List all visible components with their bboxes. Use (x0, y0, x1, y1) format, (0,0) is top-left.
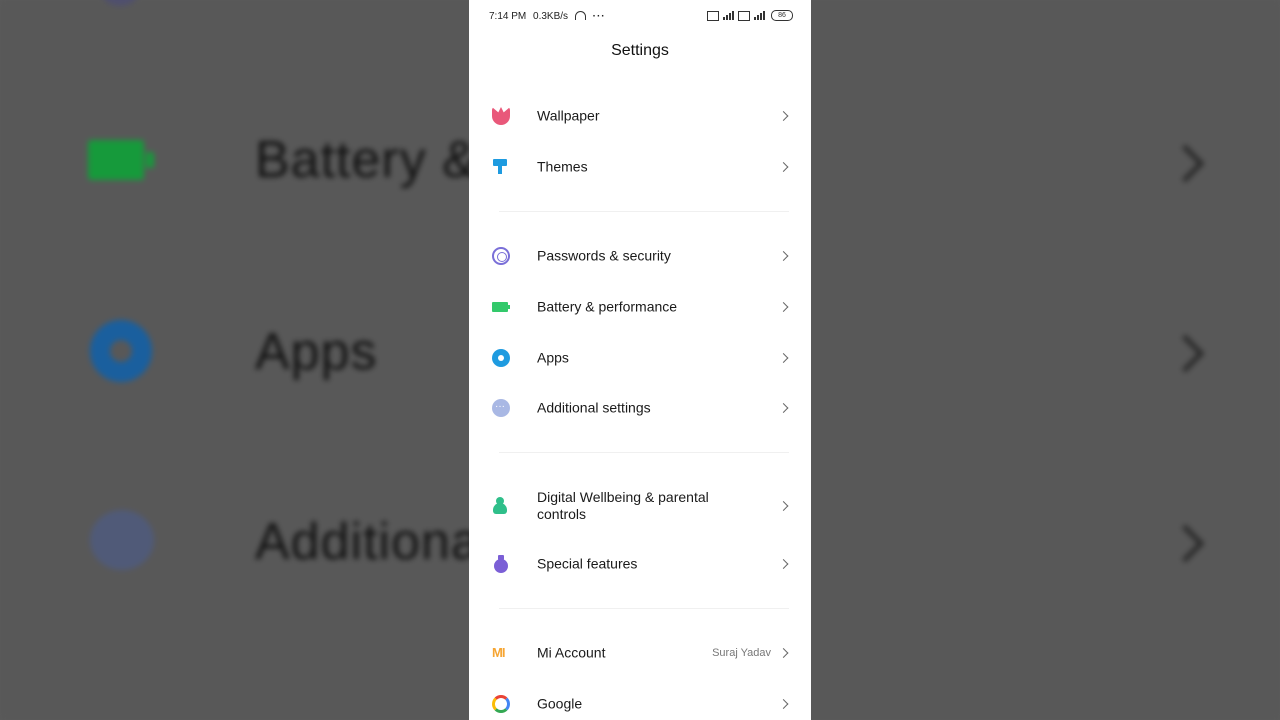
chevron-right-icon (778, 403, 789, 413)
settings-item-themes[interactable]: Themes (469, 145, 811, 189)
section-divider (499, 211, 789, 212)
more-dots-icon: ··· (592, 11, 606, 22)
status-time: 7:14 PM (489, 11, 527, 22)
blurred-icon (100, 0, 140, 6)
fingerprint-icon (492, 247, 510, 265)
account-name: Suraj Yadav (712, 647, 771, 659)
signal-icon (723, 11, 734, 20)
blurred-battery-icon (88, 140, 154, 180)
settings-item-label: Wallpaper (537, 107, 600, 124)
settings-item-battery-performance[interactable]: Battery & performance (469, 285, 811, 329)
settings-item-label: Google (537, 695, 583, 712)
blurred-chevron-icon (1166, 334, 1205, 373)
page-title: Settings (611, 42, 669, 59)
hd-icon (738, 10, 750, 21)
settings-item-mi-account[interactable]: MI Mi Account Suraj Yadav (469, 631, 811, 675)
section-divider (499, 452, 789, 453)
blurred-gear-icon (90, 320, 152, 382)
settings-item-label: Additional settings (537, 399, 651, 416)
settings-item-special-features[interactable]: Special features (469, 542, 811, 586)
settings-item-digital-wellbeing[interactable]: Digital Wellbeing & parental controls (469, 484, 811, 528)
chevron-right-icon (778, 302, 789, 312)
chevron-right-icon (778, 559, 789, 569)
blurred-chevron-icon (1166, 144, 1205, 183)
google-icon (492, 695, 510, 713)
blurred-more-icon (90, 510, 154, 570)
special-features-icon (492, 555, 510, 573)
more-icon (492, 399, 510, 417)
settings-item-label: Themes (537, 158, 588, 175)
headphone-icon (574, 11, 586, 20)
blurred-text-battery: Battery & (255, 131, 478, 189)
settings-item-label: Special features (537, 555, 638, 572)
settings-item-passwords-security[interactable]: Passwords & security (469, 234, 811, 278)
settings-item-google[interactable]: Google (469, 682, 811, 720)
themes-icon (492, 158, 510, 176)
blurred-chevron-icon (1166, 524, 1205, 563)
chevron-right-icon (778, 699, 789, 709)
hd-icon (707, 10, 719, 21)
settings-item-additional-settings[interactable]: Additional settings (469, 386, 811, 430)
settings-item-label: Battery & performance (537, 298, 678, 315)
wallpaper-icon (492, 107, 510, 125)
chevron-right-icon (778, 353, 789, 363)
gear-icon (492, 349, 510, 367)
blurred-text-apps: Apps (255, 323, 378, 381)
chevron-right-icon (778, 501, 789, 511)
chevron-right-icon (778, 162, 789, 172)
settings-item-label: Apps (537, 349, 569, 366)
mi-icon: MI (492, 645, 505, 660)
blurred-text-additional: Additiona (255, 513, 481, 571)
signal-icon (754, 11, 765, 20)
settings-item-wallpaper[interactable]: Wallpaper (469, 94, 811, 138)
phone-screen: 7:14 PM 0.3KB/s ··· 86 Settings Wallpape… (469, 0, 811, 720)
battery-icon (492, 298, 510, 316)
settings-item-label: Digital Wellbeing & parental controls (537, 489, 709, 522)
section-divider (499, 608, 789, 609)
status-bar: 7:14 PM 0.3KB/s ··· 86 (469, 0, 811, 32)
wellbeing-icon (492, 497, 510, 515)
status-speed: 0.3KB/s (533, 11, 569, 22)
battery-level-icon: 86 (771, 10, 793, 21)
chevron-right-icon (778, 648, 789, 658)
settings-item-label: Passwords & security (537, 247, 671, 264)
chevron-right-icon (778, 111, 789, 121)
chevron-right-icon (778, 251, 789, 261)
settings-item-apps[interactable]: Apps (469, 336, 811, 380)
